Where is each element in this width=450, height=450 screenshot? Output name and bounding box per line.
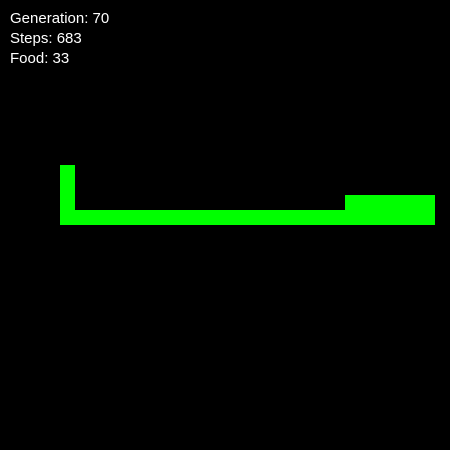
snake-segment [390, 210, 405, 225]
snake-segment [270, 210, 285, 225]
snake-segment [165, 210, 180, 225]
snake-segment [135, 210, 150, 225]
snake-segment [330, 210, 345, 225]
snake-segment [375, 210, 390, 225]
snake-segment [315, 210, 330, 225]
snake-segment [60, 180, 75, 195]
game-canvas: Generation: 70 Steps: 683 Food: 33 [0, 0, 450, 450]
snake-segment [420, 195, 435, 210]
snake-segment [300, 210, 315, 225]
snake-segment [90, 210, 105, 225]
snake-segment [405, 210, 420, 225]
snake-segment [375, 195, 390, 210]
snake-segment [120, 210, 135, 225]
snake-segment [240, 210, 255, 225]
snake-segment [60, 195, 75, 210]
steps-counter: Steps: 683 [10, 30, 82, 47]
snake-segment [60, 210, 75, 225]
snake-segment [255, 210, 270, 225]
snake-segment [390, 195, 405, 210]
snake-segment [105, 210, 120, 225]
snake-segment [60, 165, 75, 180]
snake-segment [225, 210, 240, 225]
snake-segment [360, 195, 375, 210]
food-counter: Food: 33 [10, 50, 70, 67]
snake-segment [345, 210, 360, 225]
snake-segment [180, 210, 195, 225]
snake-segment [150, 210, 165, 225]
snake-segment [285, 210, 300, 225]
snake-segment [345, 195, 360, 210]
generation-counter: Generation: 70 [10, 10, 110, 27]
snake-segment [210, 210, 225, 225]
snake-segment [420, 210, 435, 225]
snake-segment [360, 210, 375, 225]
hud: Generation: 70 Steps: 683 Food: 33 [10, 9, 109, 69]
snake-segment [75, 210, 90, 225]
snake-segment [195, 210, 210, 225]
snake-segment [405, 195, 420, 210]
